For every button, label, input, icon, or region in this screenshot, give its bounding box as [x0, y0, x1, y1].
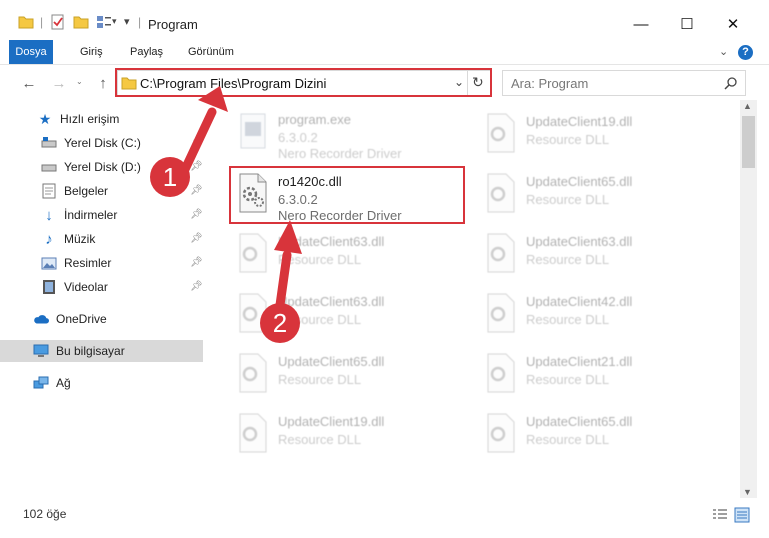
- tab-home[interactable]: Giriş: [74, 40, 109, 64]
- file-item[interactable]: UpdateClient65.dll Resource DLL: [478, 406, 708, 466]
- dll-file-icon: [239, 353, 267, 393]
- forward-button[interactable]: →: [48, 72, 70, 94]
- file-type: Resource DLL: [526, 252, 610, 267]
- file-name: UpdateClient19.dll: [526, 114, 633, 129]
- sidebar-item-label: Resimler: [64, 256, 112, 270]
- file-name: UpdateClient42.dll: [526, 294, 633, 309]
- back-button[interactable]: ←: [18, 72, 40, 94]
- sidebar-item-label: İndirmeler: [64, 208, 118, 222]
- pictures-icon: [41, 255, 57, 271]
- file-item[interactable]: UpdateClient21.dll Resource DLL: [478, 346, 708, 406]
- dll-file-icon: [487, 173, 515, 213]
- sidebar-item-label: Hızlı erişim: [60, 112, 120, 126]
- file-item[interactable]: UpdateClient42.dll Resource DLL: [478, 286, 708, 346]
- file-item[interactable]: UpdateClient19.dll Resource DLL: [230, 406, 460, 466]
- music-icon: ♪: [45, 230, 53, 248]
- file-item[interactable]: UpdateClient65.dll Resource DLL: [230, 346, 460, 406]
- file-type: Resource DLL: [526, 192, 610, 207]
- file-type: Resource DLL: [278, 432, 362, 447]
- search-input[interactable]: Ara: Program: [511, 76, 588, 91]
- file-item[interactable]: UpdateClient63.dll Resource DLL: [478, 226, 708, 286]
- large-icons-view-icon[interactable]: [734, 507, 750, 523]
- tab-view[interactable]: Görünüm: [182, 40, 240, 64]
- dll-file-icon: [487, 353, 515, 393]
- video-icon: [41, 279, 57, 295]
- documents-icon: [41, 183, 57, 199]
- sidebar-item-label: Yerel Disk (D:): [64, 160, 141, 174]
- maximize-button[interactable]: ☐: [664, 8, 710, 40]
- dll-file-icon: [487, 233, 515, 273]
- file-name: UpdateClient65.dll: [278, 354, 385, 369]
- dll-file-icon: [487, 113, 515, 153]
- help-icon[interactable]: ?: [738, 45, 753, 60]
- scroll-up-icon[interactable]: ▲: [743, 101, 752, 111]
- file-name: UpdateClient63.dll: [526, 234, 633, 249]
- new-folder-icon[interactable]: [73, 14, 89, 30]
- details-view-icon[interactable]: [712, 508, 728, 522]
- recent-dropdown-icon[interactable]: ⌄: [76, 77, 83, 86]
- sidebar-item-label: Videolar: [64, 280, 108, 294]
- dll-file-icon: [487, 293, 515, 333]
- file-type: Resource DLL: [278, 372, 362, 387]
- tab-file[interactable]: Dosya: [9, 40, 53, 64]
- dll-file-icon: [487, 413, 515, 453]
- drive-icon: [41, 135, 57, 151]
- file-type: Resource DLL: [526, 432, 610, 447]
- file-name: UpdateClient19.dll: [278, 414, 385, 429]
- cloud-icon: [33, 311, 49, 327]
- sidebar-item-label: Belgeler: [64, 184, 109, 198]
- file-item[interactable]: UpdateClient19.dll Resource DLL: [478, 106, 708, 166]
- properties-icon[interactable]: [50, 14, 66, 30]
- file-name: UpdateClient65.dll: [526, 174, 633, 189]
- dropdown-icon[interactable]: ▾: [112, 16, 117, 27]
- file-type: Resource DLL: [526, 372, 610, 387]
- separator: |: [138, 15, 142, 29]
- search-icon[interactable]: [724, 76, 738, 90]
- minimize-button[interactable]: —: [618, 8, 664, 40]
- computer-icon: [33, 343, 49, 359]
- dll-file-icon: [239, 413, 267, 453]
- customize-qat-icon[interactable]: ▾: [124, 15, 130, 28]
- sidebar-item-label: Müzik: [64, 232, 96, 246]
- star-icon: ★: [38, 110, 52, 127]
- expand-ribbon-icon[interactable]: ⌄: [719, 45, 728, 58]
- step-1-badge: 1: [150, 157, 190, 197]
- sidebar-item-network[interactable]: Ağ: [0, 372, 203, 394]
- sidebar-item-label: OneDrive: [56, 312, 107, 326]
- file-name: UpdateClient65.dll: [526, 414, 633, 429]
- sidebar-item-label: Yerel Disk (C:): [64, 136, 141, 150]
- view-icon[interactable]: [96, 14, 112, 30]
- step-2-badge: 2: [260, 303, 300, 343]
- separator: |: [40, 15, 44, 29]
- download-icon: ↓: [45, 206, 53, 224]
- drive-icon: [41, 159, 57, 175]
- item-count: 102 öğe: [23, 507, 67, 521]
- up-button[interactable]: ↑: [92, 72, 114, 94]
- file-name: UpdateClient21.dll: [526, 354, 633, 369]
- sidebar-item-label: Ağ: [56, 376, 71, 390]
- file-item[interactable]: UpdateClient65.dll Resource DLL: [478, 166, 708, 226]
- scroll-down-icon[interactable]: ▼: [743, 487, 752, 497]
- file-type: Resource DLL: [526, 312, 610, 327]
- tab-share[interactable]: Paylaş: [124, 40, 169, 64]
- close-button[interactable]: ✕: [710, 8, 756, 40]
- folder-icon: [18, 16, 34, 29]
- sidebar-item-label: Bu bilgisayar: [56, 344, 125, 358]
- file-type: Resource DLL: [526, 132, 610, 147]
- ribbon-bar: [0, 40, 769, 65]
- network-icon: [33, 375, 49, 391]
- window-title: Program: [148, 17, 198, 32]
- scrollbar-thumb[interactable]: [742, 116, 755, 168]
